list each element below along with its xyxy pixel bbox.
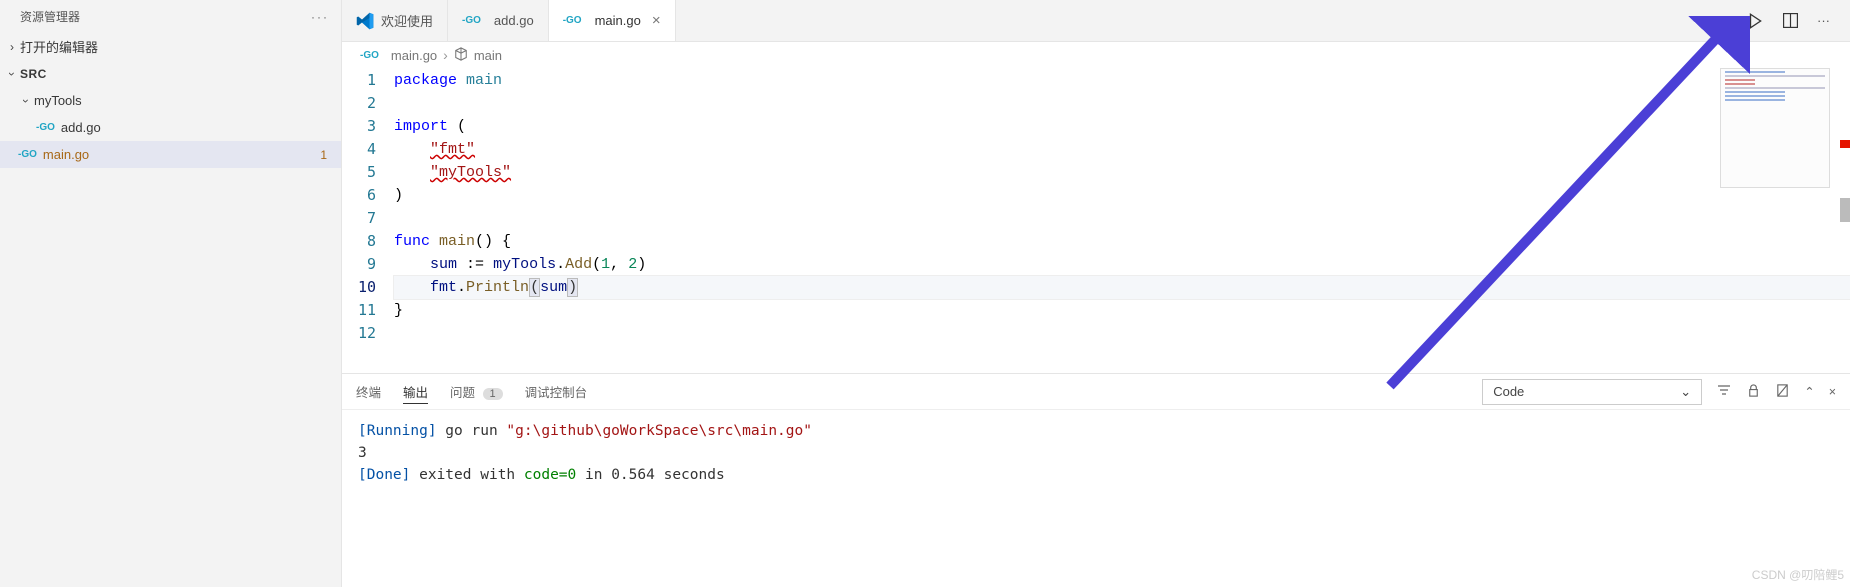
scroll-thumb[interactable] [1840, 198, 1850, 222]
section-label: 打开的编辑器 [20, 37, 98, 56]
file-main-go[interactable]: GO main.go 1 [0, 141, 341, 168]
output-content[interactable]: [Running] go run "g:\github\goWorkSpace\… [342, 410, 1850, 587]
tab-label: 欢迎使用 [381, 11, 433, 30]
run-icon[interactable] [1746, 12, 1764, 30]
panel-tab-output[interactable]: 输出 [403, 380, 428, 404]
sidebar-title: 资源管理器 [20, 8, 80, 25]
file-label: add.go [61, 120, 101, 135]
code-content[interactable]: package mainimport ( "fmt" "myTools")fun… [394, 68, 1850, 373]
bottom-panel: 终端 输出 问题 1 调试控制台 Code ⌄ ⌃ × [342, 373, 1850, 587]
tab-actions: ··· [1746, 12, 1850, 30]
vscode-icon [356, 12, 374, 30]
chevron-right-icon: › [4, 40, 20, 54]
minimap[interactable] [1720, 68, 1830, 188]
lock-icon[interactable] [1746, 383, 1761, 401]
root-label: SRC [20, 67, 47, 81]
panel-tabs: 终端 输出 问题 1 调试控制台 Code ⌄ ⌃ × [342, 374, 1850, 410]
split-editor-icon[interactable] [1782, 12, 1799, 29]
go-file-icon: GO [563, 15, 582, 26]
tab-main-go[interactable]: GO main.go × [549, 0, 676, 41]
sidebar-header: 资源管理器 ··· [0, 0, 341, 33]
breadcrumb[interactable]: GO main.go › main [342, 42, 1850, 68]
go-file-icon: GO [18, 149, 37, 160]
open-editors-section[interactable]: › 打开的编辑器 [0, 33, 341, 60]
panel-tab-terminal[interactable]: 终端 [356, 380, 381, 403]
tab-label: main.go [595, 13, 641, 28]
root-folder[interactable]: › SRC [0, 60, 341, 87]
file-add-go[interactable]: GO add.go [0, 114, 341, 141]
close-panel-icon[interactable]: × [1829, 385, 1836, 399]
tab-welcome[interactable]: 欢迎使用 [342, 0, 448, 41]
breadcrumb-file[interactable]: main.go [391, 48, 437, 63]
line-gutter: 123456789101112 [342, 68, 394, 373]
chevron-down-icon: ⌄ [1680, 384, 1691, 400]
more-icon[interactable]: ··· [1817, 13, 1830, 28]
file-label: main.go [43, 147, 89, 162]
chevron-right-icon: › [443, 47, 448, 63]
editor-tabs: 欢迎使用 GO add.go GO main.go × ··· [342, 0, 1850, 42]
panel-tab-problems[interactable]: 问题 1 [450, 380, 503, 403]
file-tree: › 打开的编辑器 › SRC › myTools GO add.go GO ma… [0, 33, 341, 587]
error-marker [1840, 140, 1850, 148]
package-icon [454, 47, 468, 64]
overview-ruler [1836, 68, 1850, 373]
clear-icon[interactable] [1775, 383, 1790, 401]
tab-label: add.go [494, 13, 534, 28]
output-channel-select[interactable]: Code ⌄ [1482, 379, 1702, 405]
watermark: CSDN @叨陪鲤5 [1752, 566, 1844, 583]
chevron-down-icon: › [19, 93, 33, 109]
folder-label: myTools [34, 93, 82, 108]
go-file-icon: GO [462, 15, 481, 26]
code-editor[interactable]: 123456789101112 package mainimport ( "fm… [342, 68, 1850, 373]
folder-mytools[interactable]: › myTools [0, 87, 341, 114]
problems-count: 1 [483, 388, 503, 400]
go-file-icon: GO [36, 122, 55, 133]
close-icon[interactable]: × [652, 12, 661, 29]
panel-tab-debug[interactable]: 调试控制台 [525, 380, 588, 403]
chevron-down-icon: › [5, 66, 19, 82]
breadcrumb-symbol[interactable]: main [474, 48, 502, 63]
problem-badge: 1 [320, 148, 327, 162]
sidebar-more-icon[interactable]: ··· [311, 10, 329, 24]
editor-area: 欢迎使用 GO add.go GO main.go × ··· [342, 0, 1850, 587]
chevron-up-icon[interactable]: ⌃ [1804, 384, 1814, 399]
tab-add-go[interactable]: GO add.go [448, 0, 549, 41]
filter-icon[interactable] [1716, 382, 1732, 401]
go-file-icon: GO [360, 50, 379, 61]
explorer-sidebar: 资源管理器 ··· › 打开的编辑器 › SRC › myTools GO ad… [0, 0, 342, 587]
